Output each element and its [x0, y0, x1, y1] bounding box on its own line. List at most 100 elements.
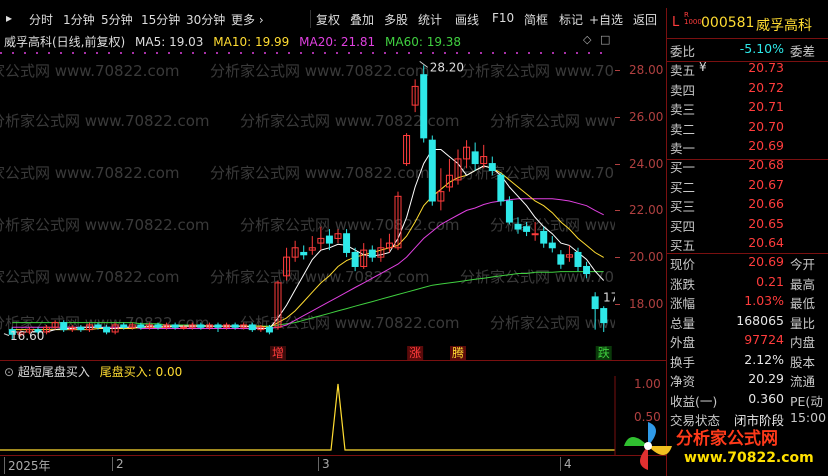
quote-row-value: 0.360	[748, 390, 784, 406]
low-pointer	[3, 333, 10, 337]
candle-body[interactable]	[531, 233, 539, 236]
candle-body[interactable]	[591, 296, 599, 310]
candle-body[interactable]	[497, 174, 505, 202]
price-tick: 22.00	[629, 203, 664, 218]
candle-body[interactable]	[471, 151, 479, 165]
simple-frame-button[interactable]: 简框	[524, 11, 548, 28]
f10-button[interactable]: F10	[492, 11, 514, 25]
candle-body[interactable]	[77, 326, 85, 331]
quote-row-value: 20.64	[748, 235, 784, 250]
quote-row-right-label: 流通	[790, 374, 816, 389]
indicator-chart[interactable]: 1.000.50	[0, 376, 666, 456]
candle-body[interactable]	[574, 251, 582, 267]
candle-body[interactable]	[103, 326, 111, 333]
signal-marker: 涨	[409, 345, 421, 360]
quote-row-label: 卖三	[670, 102, 696, 117]
price-tick-mark	[615, 163, 620, 165]
date-axis: 2025年 2 3 4	[0, 456, 666, 474]
quote-row-value: 1.03%	[744, 293, 784, 308]
quote-row: 卖四 20.72	[670, 80, 828, 98]
candle-body[interactable]	[214, 324, 222, 328]
tab-more[interactable]: 更多 ›	[231, 11, 264, 28]
add-favorite-button[interactable]: +自选	[589, 11, 623, 28]
candle-body[interactable]	[505, 200, 513, 223]
market-l-icon: L	[672, 15, 680, 30]
quote-row: 买三 20.66	[670, 196, 828, 214]
candle-body[interactable]	[557, 254, 565, 265]
watermark-text: 分析家公式网 www.70822.com	[210, 268, 430, 286]
back-button[interactable]: 返回	[633, 11, 657, 28]
candle-body[interactable]	[600, 308, 608, 324]
candle-body[interactable]	[420, 74, 428, 139]
fuquan-button[interactable]: 复权	[316, 11, 340, 28]
candle-body[interactable]	[325, 235, 333, 244]
tab-fenshi[interactable]: 分时	[29, 11, 53, 28]
ma10-label: MA10: 19.99	[213, 35, 290, 49]
candle-body[interactable]	[265, 326, 273, 333]
quote-row-label: 卖二	[670, 121, 696, 137]
panel-divider	[0, 360, 666, 361]
tab-5min[interactable]: 5分钟	[101, 11, 133, 28]
candle-body[interactable]	[137, 324, 145, 328]
statistics-button[interactable]: 统计	[418, 11, 442, 28]
quote-row-right-label: 内盘	[790, 335, 816, 350]
tab-15min[interactable]: 15分钟	[141, 11, 180, 28]
candle-body[interactable]	[171, 324, 179, 328]
quote-row-label: 买一	[670, 160, 696, 175]
quote-row-right-label: 最低	[790, 296, 816, 311]
draw-line-button[interactable]: 画线	[455, 11, 479, 28]
maximize-icon[interactable]: □	[600, 33, 610, 46]
kline-chart[interactable]: 分析家公式网 www.70822.com 分析家公式网 www.70822.com…	[0, 48, 615, 360]
toolbar-divider	[310, 10, 311, 28]
quote-row: 卖二 20.70	[670, 119, 828, 137]
low-price-label: 16.60	[10, 329, 44, 343]
mark-button[interactable]: 标记	[559, 11, 583, 28]
multi-stock-button[interactable]: 多股	[384, 11, 408, 28]
overlay-button[interactable]: 叠加	[350, 11, 374, 28]
candle-body[interactable]	[351, 251, 359, 267]
ma60-label: MA60: 19.38	[385, 35, 462, 49]
price-axis: 28.00 26.00 24.00 22.00 20.00 18.00	[615, 30, 665, 360]
quote-row: 收益(一) 0.360 PE(动	[670, 391, 828, 409]
candle-body[interactable]	[548, 242, 556, 249]
period-dropdown-icon[interactable]: ▸	[6, 11, 12, 25]
candle-body[interactable]	[428, 139, 436, 202]
candle-body[interactable]	[94, 324, 102, 328]
date-label: 2	[112, 457, 124, 471]
toolbar: ▸ 分时 1分钟 5分钟 15分钟 30分钟 更多 › 复权 叠加 多股 统计 …	[0, 8, 664, 30]
watermark-text: 分析家公式网 www.70822.com	[0, 112, 210, 130]
quote-row-label: 换手	[670, 354, 696, 370]
quote-row-label: 卖五	[670, 63, 696, 78]
candle-body[interactable]	[231, 324, 239, 328]
candle-body[interactable]	[368, 249, 376, 258]
quote-row: 卖一 20.69	[670, 138, 828, 156]
site-logo: 分析家公式网 www.70822.com	[612, 420, 828, 474]
candle-body[interactable]	[514, 223, 522, 230]
candle-body[interactable]	[154, 324, 162, 328]
watermark-text: 分析家公式网 www.70822.com	[240, 216, 460, 234]
candle-body[interactable]	[197, 324, 205, 328]
candle-body[interactable]	[248, 324, 256, 331]
quote-row-label: 买二	[670, 179, 696, 195]
price-tick-mark	[615, 210, 620, 212]
price-tick-mark	[615, 257, 620, 259]
candle-body[interactable]	[300, 251, 308, 256]
price-tick: 26.00	[629, 109, 664, 124]
candle-body[interactable]	[120, 324, 128, 328]
indicator-tick: 1.00	[634, 377, 661, 391]
quote-row: 买五 20.64	[670, 235, 828, 253]
candle-body[interactable]	[540, 230, 548, 244]
candle-body[interactable]	[343, 233, 351, 253]
candle-body[interactable]	[180, 326, 188, 329]
divider	[667, 38, 828, 39]
candle-body[interactable]	[488, 163, 496, 172]
quote-row-right-label: 量比	[790, 315, 816, 331]
diamond-icon[interactable]: ◇	[583, 33, 591, 46]
tab-30min[interactable]: 30分钟	[186, 11, 225, 28]
tab-1min[interactable]: 1分钟	[63, 11, 95, 28]
price-tick: 28.00	[629, 63, 664, 78]
candle-body[interactable]	[583, 265, 591, 275]
candle-body[interactable]	[523, 226, 531, 232]
candle-body[interactable]	[60, 322, 68, 331]
watermark-text: 分析家公式网 www.70822.com	[0, 164, 180, 182]
